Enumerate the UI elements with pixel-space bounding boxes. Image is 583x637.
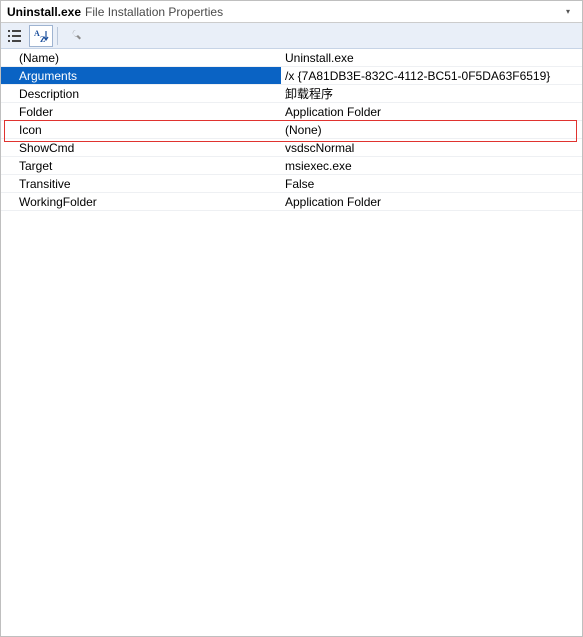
property-row[interactable]: Targetmsiexec.exe [1, 157, 582, 175]
categorized-button[interactable] [3, 25, 27, 47]
titlebar: Uninstall.exe File Installation Properti… [1, 1, 582, 23]
property-value[interactable]: msiexec.exe [281, 157, 582, 174]
property-value[interactable] [281, 67, 582, 84]
title-object: Uninstall.exe [7, 1, 81, 23]
object-selector-dropdown[interactable]: ▾ [560, 1, 576, 23]
property-grid[interactable]: (Name)Uninstall.exeArgumentsDescription卸… [1, 49, 582, 211]
property-name: Target [1, 157, 281, 174]
property-name: Icon [1, 121, 281, 138]
property-value[interactable]: Application Folder [281, 193, 582, 210]
property-name: Folder [1, 103, 281, 120]
property-row[interactable]: WorkingFolderApplication Folder [1, 193, 582, 211]
property-pages-button[interactable] [62, 25, 86, 47]
properties-panel: Uninstall.exe File Installation Properti… [0, 0, 583, 637]
property-row[interactable]: (Name)Uninstall.exe [1, 49, 582, 67]
categorized-icon [7, 28, 23, 44]
property-row[interactable]: FolderApplication Folder [1, 103, 582, 121]
property-name: Description [1, 85, 281, 102]
title-label: File Installation Properties [85, 1, 223, 23]
svg-text:Z: Z [40, 35, 45, 44]
property-row[interactable]: Arguments [1, 67, 582, 85]
property-row[interactable]: TransitiveFalse [1, 175, 582, 193]
property-name: (Name) [1, 49, 281, 66]
property-value[interactable]: 卸载程序 [281, 85, 582, 102]
property-value[interactable]: (None) [281, 121, 582, 138]
grid-wrap: (Name)Uninstall.exeArgumentsDescription卸… [1, 49, 582, 211]
property-value-input[interactable] [285, 68, 582, 85]
property-row[interactable]: Icon(None) [1, 121, 582, 139]
property-name: ShowCmd [1, 139, 281, 156]
alphabetical-icon: A Z [33, 28, 49, 44]
property-value[interactable]: False [281, 175, 582, 192]
property-name: Transitive [1, 175, 281, 192]
toolbar-separator [57, 27, 58, 45]
toolbar: A Z [1, 23, 582, 49]
property-name: WorkingFolder [1, 193, 281, 210]
property-value[interactable]: Uninstall.exe [281, 49, 582, 66]
property-value[interactable]: Application Folder [281, 103, 582, 120]
property-row[interactable]: Description卸载程序 [1, 85, 582, 103]
property-row[interactable]: ShowCmdvsdscNormal [1, 139, 582, 157]
property-value[interactable]: vsdscNormal [281, 139, 582, 156]
wrench-icon [66, 28, 82, 44]
property-name: Arguments [1, 67, 281, 84]
alphabetical-button[interactable]: A Z [29, 25, 53, 47]
